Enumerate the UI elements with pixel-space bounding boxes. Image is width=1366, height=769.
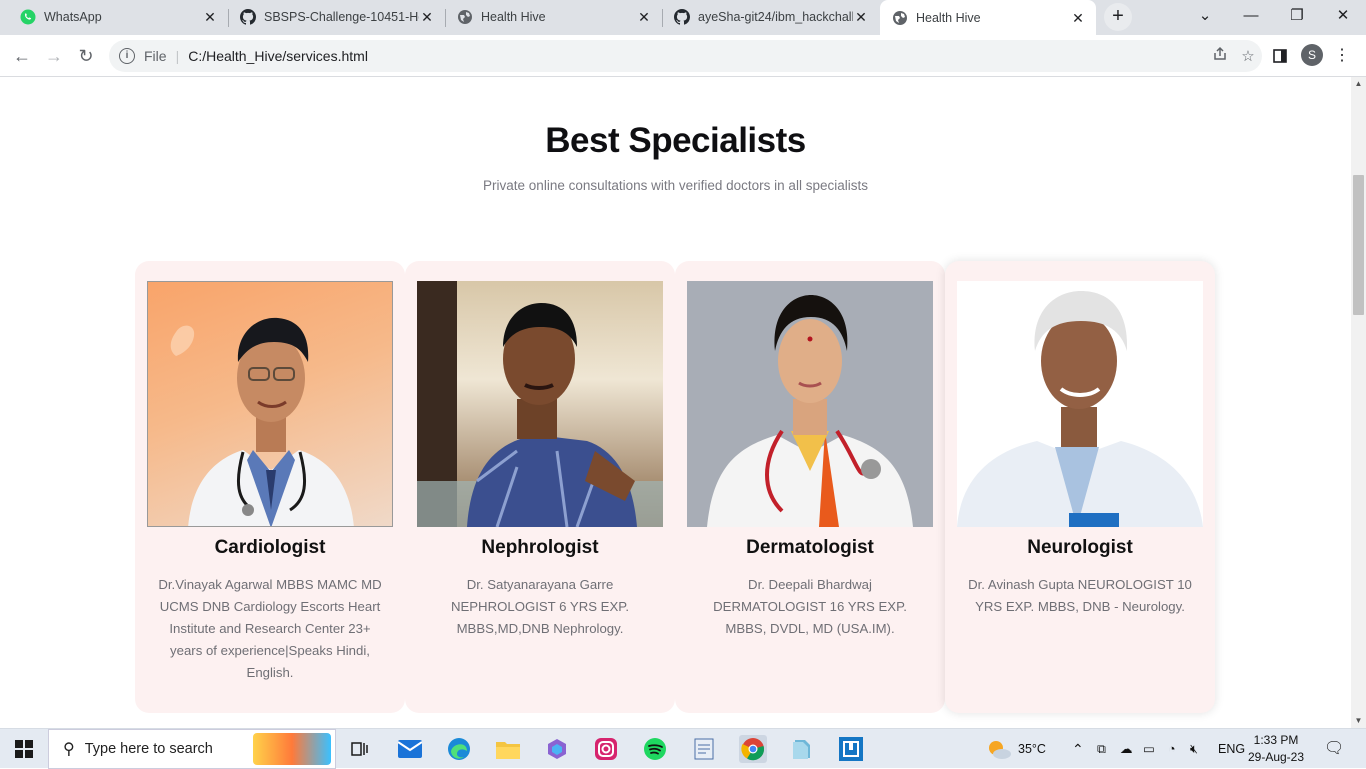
doctor-description: Dr. Satyanarayana Garre NEPHROLOGIST 6 Y… <box>450 577 630 636</box>
battery-icon[interactable]: ▭ <box>1143 729 1155 769</box>
specialty-title: Neurologist <box>1027 537 1133 558</box>
reload-button[interactable]: ↻ <box>72 42 100 70</box>
doctor-portrait-illustration <box>417 281 663 527</box>
maximize-button[interactable]: ❐ <box>1274 0 1320 34</box>
back-button[interactable]: ← <box>8 42 36 70</box>
specialist-card-dermatologist[interactable]: Dermatologist Dr. Deepali Bhardwaj DERMA… <box>675 261 945 713</box>
weather-temperature[interactable]: 35°C <box>1018 729 1046 769</box>
vertical-scrollbar[interactable]: ▲ ▼ <box>1351 77 1366 728</box>
spotify-icon[interactable] <box>641 735 669 763</box>
site-info-icon[interactable]: i <box>119 48 135 64</box>
divider: | <box>175 48 180 64</box>
close-tab-icon[interactable]: ✕ <box>853 9 869 25</box>
globe-icon <box>457 9 473 25</box>
new-tab-button[interactable]: + <box>1104 3 1132 31</box>
specialist-card-nephrologist[interactable]: Nephrologist Dr. Satyanarayana Garre NEP… <box>405 261 675 713</box>
profile-avatar[interactable]: S <box>1301 44 1323 66</box>
edge-browser-icon[interactable] <box>445 735 473 763</box>
close-tab-icon[interactable]: ✕ <box>636 9 652 25</box>
scroll-down-arrow-icon[interactable]: ▼ <box>1351 714 1366 728</box>
chrome-browser-icon[interactable] <box>739 735 767 763</box>
doctor-photo <box>147 281 393 527</box>
section-title: Best Specialists <box>545 121 806 160</box>
tab-title: Health Hive <box>916 10 981 25</box>
search-highlight-graphic <box>253 733 331 765</box>
page-viewport: Best Specialists Private online consulta… <box>0 77 1351 728</box>
search-placeholder: Type here to search <box>84 741 213 757</box>
task-view-icon[interactable] <box>346 735 374 763</box>
specialist-card-cardiologist[interactable]: Cardiologist Dr.Vinayak Agarwal MBBS MAM… <box>135 261 405 713</box>
tab-whatsapp[interactable]: WhatsApp ✕ <box>8 0 228 34</box>
specialty-title: Nephrologist <box>481 537 599 558</box>
scroll-up-arrow-icon[interactable]: ▲ <box>1351 77 1366 91</box>
address-bar[interactable]: i File | C:/Health_Hive/services.html ☆ <box>109 40 1262 72</box>
tab-title: Health Hive <box>481 10 546 24</box>
doctor-description: Dr.Vinayak Agarwal MBBS MAMC MD UCMS DNB… <box>158 577 382 680</box>
language-indicator[interactable]: ENG <box>1218 729 1245 769</box>
menu-kebab-icon[interactable]: ⋮ <box>1328 42 1356 70</box>
windows-taskbar: ⚲ Type here to search 35°C ⌃ ⧉ ☁ ▭ ◔ 🔇︎ <box>0 728 1366 769</box>
close-tab-icon[interactable]: ✕ <box>419 9 435 25</box>
notepad-app-icon[interactable] <box>690 735 718 763</box>
clock-date: 29-Aug-23 <box>1247 750 1305 764</box>
file-explorer-icon[interactable] <box>494 735 522 763</box>
section-subtitle: Private online consultations with verifi… <box>483 178 868 193</box>
copilot-app-icon[interactable] <box>543 735 571 763</box>
tab-title: ayeSha-git24/ibm_hackchalle <box>698 10 853 24</box>
specialist-card-neurologist[interactable]: Neurologist Dr. Avinash Gupta NEUROLOGIS… <box>945 261 1215 713</box>
volume-mute-icon[interactable]: 🔇︎ <box>1190 729 1198 769</box>
start-button[interactable] <box>0 729 48 769</box>
tab-health-hive-active[interactable]: Health Hive ✕ <box>880 0 1096 35</box>
share-icon[interactable] <box>1206 46 1234 66</box>
tab-strip: WhatsApp ✕ SBSPS-Challenge-10451-Hea ✕ H… <box>0 0 1366 35</box>
notification-center-icon[interactable]: 🗨︎ <box>1324 729 1344 769</box>
tab-ibm-hackchallenge[interactable]: ayeSha-git24/ibm_hackchalle ✕ <box>662 0 879 34</box>
windows-logo-icon <box>15 740 33 758</box>
tab-health-hive[interactable]: Health Hive ✕ <box>445 0 662 34</box>
url-text[interactable]: C:/Health_Hive/services.html <box>188 48 1206 64</box>
document-app-icon[interactable] <box>788 735 816 763</box>
side-panel-icon[interactable] <box>1266 42 1294 70</box>
github-icon <box>240 9 256 25</box>
scrollbar-thumb[interactable] <box>1353 175 1364 315</box>
tab-title: WhatsApp <box>44 10 102 24</box>
wifi-icon[interactable]: ◔ <box>1168 729 1176 769</box>
globe-icon <box>892 10 908 26</box>
browser-toolbar: ← → ↻ i File | C:/Health_Hive/services.h… <box>0 35 1366 77</box>
close-window-button[interactable]: ✕ <box>1320 0 1366 34</box>
close-tab-icon[interactable]: ✕ <box>202 9 218 25</box>
specialty-title: Cardiologist <box>214 537 326 558</box>
doctor-portrait-illustration <box>170 317 354 526</box>
instagram-icon[interactable] <box>592 735 620 763</box>
doctor-description: Dr. Avinash Gupta NEUROLOGIST 10 YRS EXP… <box>968 577 1192 614</box>
specialty-title: Dermatologist <box>746 537 874 558</box>
scheme-label: File <box>144 48 167 64</box>
search-icon: ⚲ <box>63 741 75 758</box>
doctor-photo <box>957 281 1203 527</box>
doctor-photo <box>417 281 663 527</box>
tab-sbsps-challenge[interactable]: SBSPS-Challenge-10451-Hea ✕ <box>228 0 445 34</box>
onedrive-cloud-icon[interactable]: ☁ <box>1120 729 1133 769</box>
doctor-portrait-illustration <box>957 291 1203 527</box>
doctor-portrait-illustration <box>707 295 913 527</box>
whatsapp-icon <box>20 9 36 25</box>
mail-icon[interactable] <box>396 735 424 763</box>
close-tab-icon[interactable]: ✕ <box>1070 10 1086 26</box>
show-hidden-icons-chevron-icon[interactable]: ⌃ <box>1072 729 1084 769</box>
tab-title: SBSPS-Challenge-10451-Hea <box>264 10 419 24</box>
device-icon[interactable]: ⧉ <box>1097 729 1106 769</box>
taskbar-clock[interactable]: 1:33 PM 29-Aug-23 <box>1244 732 1308 766</box>
github-icon <box>674 9 690 25</box>
doctor-description: Dr. Deepali Bhardwaj DERMATOLOGIST 16 YR… <box>713 577 907 636</box>
bookmark-star-icon[interactable]: ☆ <box>1234 47 1262 65</box>
clock-time: 1:33 PM <box>1253 733 1299 747</box>
minimize-button[interactable]: — <box>1228 0 1274 34</box>
weather-icon[interactable] <box>986 729 1012 769</box>
tab-search-chevron-icon[interactable]: ⌄ <box>1182 0 1228 34</box>
doctor-photo <box>687 281 933 527</box>
taskbar-search-box[interactable]: ⚲ Type here to search <box>48 729 336 769</box>
forward-button[interactable]: → <box>40 42 68 70</box>
vscode-like-app-icon[interactable] <box>837 735 865 763</box>
